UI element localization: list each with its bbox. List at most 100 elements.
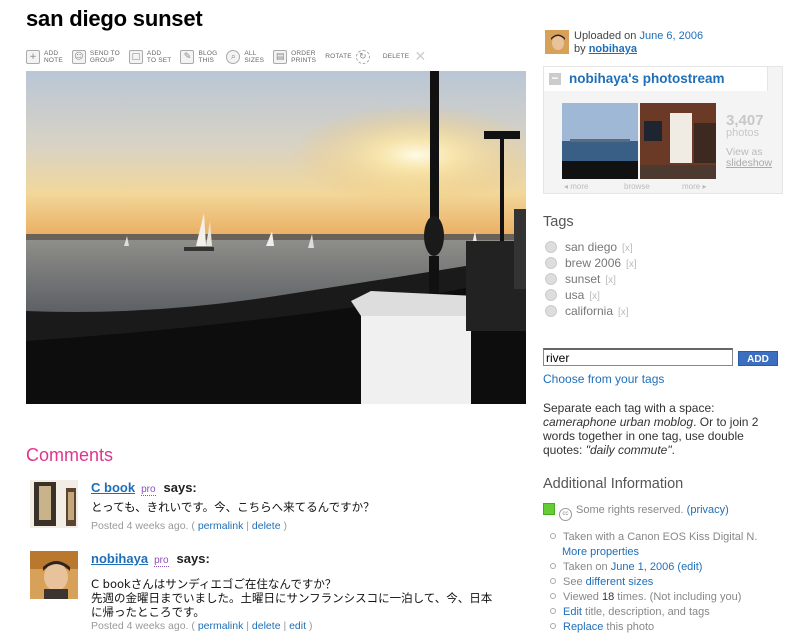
tag-input[interactable]	[543, 348, 733, 366]
comment-author-link[interactable]: C book	[91, 480, 135, 495]
privacy-link[interactable]: (privacy)	[687, 504, 729, 516]
taken-on-line: Taken on June 1, 2006 (edit)	[550, 561, 702, 574]
tag-item: usa [x]	[545, 288, 600, 302]
blog-this-label: BLOG	[198, 50, 218, 57]
delete-button[interactable]: DELETE ✕	[383, 49, 432, 65]
pro-badge[interactable]: pro	[141, 484, 156, 496]
delete-link[interactable]: delete	[252, 520, 281, 532]
comment-author-link[interactable]: nobihaya	[91, 551, 148, 566]
globe-icon[interactable]	[545, 257, 557, 269]
avatar[interactable]	[545, 30, 569, 54]
replace-photo-link[interactable]: Replace	[563, 621, 603, 633]
tag-link[interactable]: san diego	[565, 240, 617, 254]
meta-close: )	[283, 520, 287, 532]
photostream-box: − nobihaya's photostream 3,407 photos Vi…	[543, 66, 783, 194]
uploader-avatar-image	[545, 30, 569, 54]
posted-label: Posted 4 weeks ago. (	[91, 620, 195, 632]
thumb-image	[562, 103, 638, 179]
license-line: cc Some rights reserved. (privacy)	[543, 503, 729, 521]
nobihaya-avatar-image	[30, 551, 78, 599]
rotate-label: ROTATE	[325, 53, 352, 60]
taken-on-label: Taken on	[563, 561, 608, 573]
taken-date-link[interactable]: June 1, 2006	[611, 561, 675, 573]
add-to-set-icon: □	[128, 50, 143, 64]
remove-tag-link[interactable]: [x]	[618, 307, 629, 318]
delete-icon: ✕	[414, 49, 427, 65]
edit-details-link[interactable]: Edit	[563, 606, 582, 618]
viewed-label: Viewed	[563, 591, 599, 603]
upload-date-link[interactable]: June 6, 2006	[639, 30, 703, 42]
all-sizes-button[interactable]: ⌕ ALL SIZES	[226, 50, 264, 64]
edit-rest-label: title, description, and tags	[585, 606, 710, 618]
browse-link[interactable]: browse	[624, 182, 650, 191]
uploaded-on-label: Uploaded on	[574, 30, 637, 42]
tag-link[interactable]: california	[565, 304, 613, 318]
globe-icon[interactable]	[545, 273, 557, 285]
send-to-group-label: SEND TO	[89, 50, 120, 57]
remove-tag-link[interactable]: [x]	[622, 243, 633, 254]
add-to-set-button[interactable]: □ ADD TO SET	[128, 50, 172, 64]
avatar[interactable]	[30, 551, 78, 599]
photo-title: san diego sunset	[26, 6, 203, 31]
comment-meta: Posted 4 weeks ago. ( permalink | delete…	[91, 520, 287, 532]
add-tag-button[interactable]: ADD	[738, 351, 778, 366]
uploader-link[interactable]: nobihaya	[589, 43, 637, 55]
collapse-icon[interactable]: −	[549, 72, 561, 85]
edit-link[interactable]: edit	[289, 620, 306, 632]
meta-close: )	[308, 620, 313, 632]
additional-info-heading: Additional Information	[543, 476, 684, 492]
tag-help-text: Separate each tag with a space: cameraph…	[543, 401, 775, 457]
pro-badge[interactable]: pro	[154, 555, 169, 567]
globe-icon[interactable]	[545, 289, 557, 301]
photo-toolbar: + ADD NOTE ☺ SEND TO GROUP □ ADD TO SET ✎ B…	[26, 46, 440, 68]
more-right-link[interactable]: more ▸	[682, 182, 706, 191]
order-prints-label: ORDER	[291, 50, 316, 57]
blog-this-button[interactable]: ✎ BLOG THIS	[180, 50, 217, 64]
slideshow-link[interactable]: slideshow	[726, 157, 772, 169]
photostream-title-link[interactable]: nobihaya's photostream	[569, 71, 725, 86]
all-sizes-label: ALL	[244, 50, 257, 57]
delete-link[interactable]: delete	[252, 620, 281, 632]
choose-from-tags-link[interactable]: Choose from your tags	[543, 372, 664, 386]
tag-item: sunset [x]	[545, 272, 616, 286]
send-to-group-button[interactable]: ☺ SEND TO GROUP	[71, 50, 120, 64]
says-label: says:	[176, 551, 210, 566]
globe-icon[interactable]	[545, 305, 557, 317]
order-prints-label-2: PRINTS	[291, 57, 317, 64]
rotate-button[interactable]: ROTATE ↻	[325, 50, 374, 64]
camera-info: Taken with a Canon EOS Kiss Digital N.	[550, 531, 757, 544]
says-label: says:	[163, 480, 197, 495]
c-book-avatar-image	[30, 480, 78, 528]
photostream-thumb-previous[interactable]	[562, 103, 638, 179]
tag-link[interactable]: sunset	[565, 272, 600, 286]
comment-body-line: 先週の金曜日までいました。土曜日にサンフランシスコに一泊して、今、日本	[91, 591, 493, 605]
add-note-button[interactable]: + ADD NOTE	[26, 50, 63, 64]
edit-date-link[interactable]: (edit)	[677, 561, 702, 573]
tag-link[interactable]: brew 2006	[565, 256, 621, 270]
globe-icon[interactable]	[545, 241, 557, 253]
permalink-link[interactable]: permalink	[198, 520, 244, 532]
permalink-link[interactable]: permalink	[198, 620, 244, 632]
different-sizes-link[interactable]: different sizes	[586, 576, 654, 588]
view-as-slideshow[interactable]: View as slideshow	[726, 147, 772, 169]
more-left-link[interactable]: ◂ more	[564, 182, 588, 191]
remove-tag-link[interactable]: [x]	[589, 291, 600, 302]
tag-item: california [x]	[545, 304, 629, 318]
blog-this-label-2: THIS	[198, 57, 215, 64]
add-to-set-label: ADD	[146, 50, 162, 57]
posted-label: Posted 4 weeks ago. (	[91, 520, 195, 532]
avatar[interactable]	[30, 480, 78, 528]
main-photo[interactable]	[26, 71, 526, 404]
tag-link[interactable]: usa	[565, 288, 584, 302]
thumb-image	[640, 103, 716, 179]
remove-tag-link[interactable]: [x]	[626, 259, 637, 270]
photostream-thumb-next[interactable]	[640, 103, 716, 179]
help-example: "daily commute"	[585, 443, 672, 457]
remove-tag-link[interactable]: [x]	[605, 275, 616, 286]
replace-rest-label: this photo	[606, 621, 655, 633]
replace-line: Replace this photo	[550, 621, 654, 634]
send-to-group-icon: ☺	[71, 50, 86, 64]
tag-item: brew 2006 [x]	[545, 256, 637, 270]
order-prints-button[interactable]: ▤ ORDER PRINTS	[273, 50, 316, 64]
more-properties-link[interactable]: More properties	[562, 546, 639, 558]
